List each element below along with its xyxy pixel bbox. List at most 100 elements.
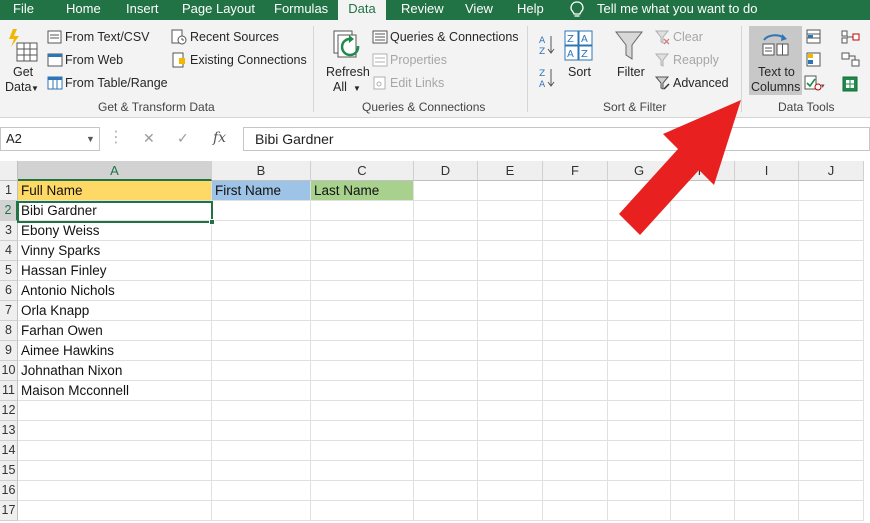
row-header-7[interactable]: 7 [0, 301, 18, 321]
cell-a13[interactable] [18, 421, 212, 441]
cell-i1[interactable] [735, 181, 799, 201]
cell-d13[interactable] [414, 421, 478, 441]
cell-a17[interactable] [18, 501, 212, 521]
cell-h9[interactable] [671, 341, 735, 361]
edit-links-button[interactable]: Edit Links [390, 76, 444, 91]
cell-h10[interactable] [671, 361, 735, 381]
cell-c11[interactable] [311, 381, 414, 401]
cell-j1[interactable] [799, 181, 864, 201]
cell-e4[interactable] [478, 241, 543, 261]
cell-j16[interactable] [799, 481, 864, 501]
from-text-csv-button[interactable]: From Text/CSV [65, 30, 150, 45]
chevron-down-icon[interactable]: ▼ [86, 134, 95, 144]
cell-g14[interactable] [608, 441, 671, 461]
cell-j7[interactable] [799, 301, 864, 321]
row-header-11[interactable]: 11 [0, 381, 18, 401]
manage-data-model-icon[interactable] [841, 75, 861, 93]
cell-c1[interactable]: Last Name [311, 181, 414, 201]
sort-az-icon[interactable]: A Z [538, 34, 556, 56]
cell-e16[interactable] [478, 481, 543, 501]
cell-h13[interactable] [671, 421, 735, 441]
cell-b9[interactable] [212, 341, 311, 361]
cell-f9[interactable] [543, 341, 608, 361]
formula-input[interactable]: Bibi Gardner [243, 127, 870, 151]
cell-c16[interactable] [311, 481, 414, 501]
cell-d9[interactable] [414, 341, 478, 361]
cell-c14[interactable] [311, 441, 414, 461]
cell-e6[interactable] [478, 281, 543, 301]
column-header-a[interactable]: A [18, 161, 212, 181]
cell-d7[interactable] [414, 301, 478, 321]
cell-j14[interactable] [799, 441, 864, 461]
cell-d11[interactable] [414, 381, 478, 401]
tell-me-search[interactable]: Tell me what you want to do [597, 0, 757, 20]
cell-h4[interactable] [671, 241, 735, 261]
more-options-icon[interactable]: ⋮ [108, 127, 124, 147]
cell-j12[interactable] [799, 401, 864, 421]
cell-e2[interactable] [478, 201, 543, 221]
cell-e14[interactable] [478, 441, 543, 461]
cell-i2[interactable] [735, 201, 799, 221]
cell-e8[interactable] [478, 321, 543, 341]
cell-c5[interactable] [311, 261, 414, 281]
cell-i11[interactable] [735, 381, 799, 401]
cell-e13[interactable] [478, 421, 543, 441]
cell-b11[interactable] [212, 381, 311, 401]
cell-d16[interactable] [414, 481, 478, 501]
cell-g1[interactable] [608, 181, 671, 201]
column-header-i[interactable]: I [735, 161, 799, 181]
row-header-14[interactable]: 14 [0, 441, 18, 461]
column-header-d[interactable]: D [414, 161, 478, 181]
tab-view[interactable]: View [465, 0, 493, 20]
cell-i4[interactable] [735, 241, 799, 261]
cell-c2[interactable] [311, 201, 414, 221]
data-validation-icon[interactable]: ▾ [804, 75, 826, 91]
cell-i6[interactable] [735, 281, 799, 301]
cell-g10[interactable] [608, 361, 671, 381]
remove-duplicates-icon[interactable] [806, 52, 822, 68]
column-header-h[interactable]: H [671, 161, 735, 181]
cell-i9[interactable] [735, 341, 799, 361]
cell-j17[interactable] [799, 501, 864, 521]
cell-g8[interactable] [608, 321, 671, 341]
cell-a4[interactable]: Vinny Sparks [18, 241, 212, 261]
cell-i15[interactable] [735, 461, 799, 481]
tab-page-layout[interactable]: Page Layout [182, 0, 255, 20]
cell-j8[interactable] [799, 321, 864, 341]
row-header-1[interactable]: 1 [0, 181, 18, 201]
cell-a7[interactable]: Orla Knapp [18, 301, 212, 321]
cell-e7[interactable] [478, 301, 543, 321]
cell-d14[interactable] [414, 441, 478, 461]
flash-fill-icon[interactable] [806, 29, 822, 45]
cell-d2[interactable] [414, 201, 478, 221]
cell-d15[interactable] [414, 461, 478, 481]
cell-j10[interactable] [799, 361, 864, 381]
cell-a1[interactable]: Full Name [18, 181, 212, 201]
cell-g11[interactable] [608, 381, 671, 401]
cell-i5[interactable] [735, 261, 799, 281]
cell-h12[interactable] [671, 401, 735, 421]
fill-handle[interactable] [209, 219, 215, 225]
cell-f15[interactable] [543, 461, 608, 481]
cell-h17[interactable] [671, 501, 735, 521]
tab-file[interactable]: File [13, 0, 34, 20]
cell-e10[interactable] [478, 361, 543, 381]
cell-f4[interactable] [543, 241, 608, 261]
cell-a3[interactable]: Ebony Weiss [18, 221, 212, 241]
cell-c7[interactable] [311, 301, 414, 321]
cell-c9[interactable] [311, 341, 414, 361]
cell-a6[interactable]: Antonio Nichols [18, 281, 212, 301]
cell-b4[interactable] [212, 241, 311, 261]
row-header-9[interactable]: 9 [0, 341, 18, 361]
cell-g13[interactable] [608, 421, 671, 441]
row-header-12[interactable]: 12 [0, 401, 18, 421]
cell-b12[interactable] [212, 401, 311, 421]
cell-j2[interactable] [799, 201, 864, 221]
cell-g15[interactable] [608, 461, 671, 481]
cell-f14[interactable] [543, 441, 608, 461]
cell-g3[interactable] [608, 221, 671, 241]
cell-a12[interactable] [18, 401, 212, 421]
cell-b3[interactable] [212, 221, 311, 241]
cell-j9[interactable] [799, 341, 864, 361]
cell-a9[interactable]: Aimee Hawkins [18, 341, 212, 361]
